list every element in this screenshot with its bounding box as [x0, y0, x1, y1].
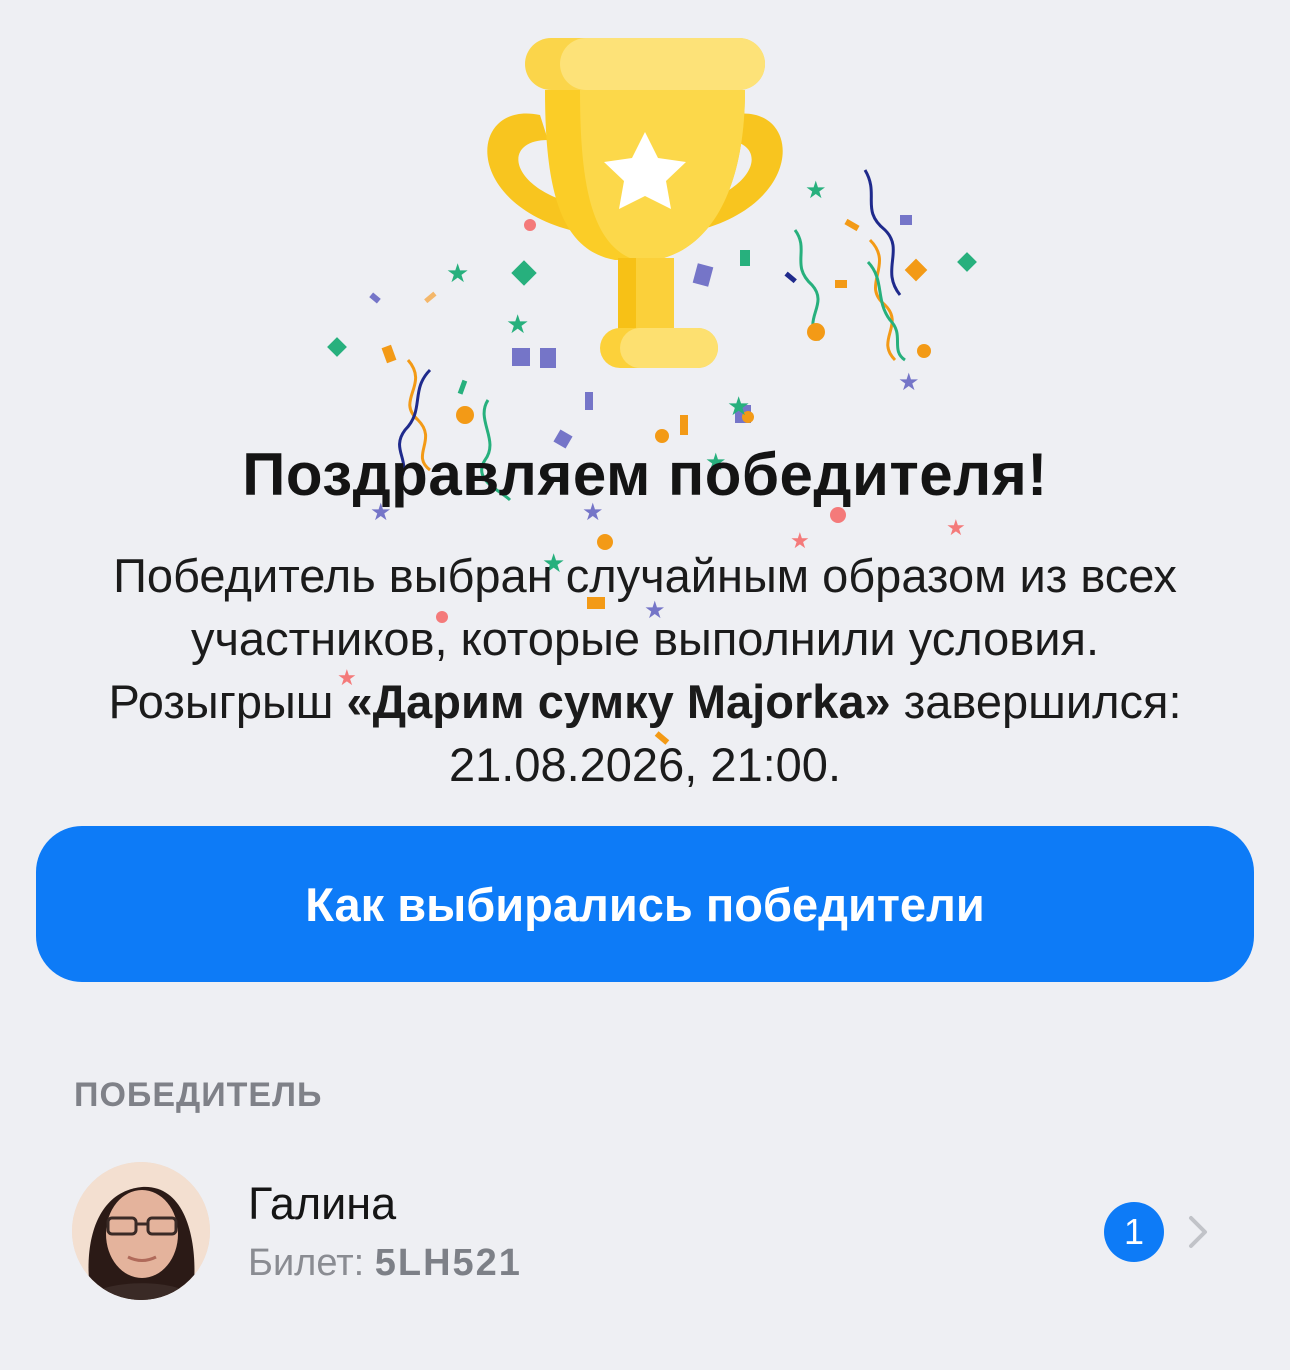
winner-list-item[interactable]: Галина Билет: 5LH521 1 — [0, 1150, 1290, 1310]
description-suffix: завершился: — [890, 675, 1182, 728]
how-winners-chosen-button[interactable]: Как выбирались победители — [36, 826, 1254, 982]
winner-name: Галина — [248, 1178, 397, 1229]
user-avatar — [72, 1162, 210, 1300]
svg-text:★: ★ — [898, 368, 920, 396]
ticket-label: Билет: — [248, 1242, 375, 1284]
winner-description: Победитель выбран случайным образом из в… — [40, 544, 1250, 796]
ticket-code: 5LH521 — [374, 1242, 522, 1284]
end-datetime: 21.08.2026, 21:00. — [448, 738, 842, 791]
svg-text:★: ★ — [727, 392, 750, 422]
giveaway-name: «Дарим сумку Majorka» — [346, 675, 891, 728]
winner-hero: ★ ★ ★ ★ ★ ★ ★ ★ ★ ★ ★ ★ ★ Поздравляем по… — [0, 0, 1290, 820]
description-line: Розыгрыш «Дарим сумку Majorka» завершилс… — [40, 670, 1250, 733]
description-prefix: Розыгрыш — [108, 675, 347, 728]
svg-text:★: ★ — [946, 516, 966, 541]
page-title: Поздравляем победителя! — [242, 441, 1048, 508]
winner-ticket: Билет: 5LH521 — [248, 1242, 522, 1285]
description-line: участников, которые выполнили условия. — [190, 612, 1100, 665]
winner-count-badge: 1 — [1104, 1202, 1164, 1262]
winners-section-label: ПОБЕДИТЕЛЬ — [74, 1076, 323, 1114]
description-line: Победитель выбран случайным образом из в… — [113, 549, 1177, 602]
trophy-icon — [487, 38, 783, 368]
chevron-right-icon — [1189, 1216, 1207, 1248]
